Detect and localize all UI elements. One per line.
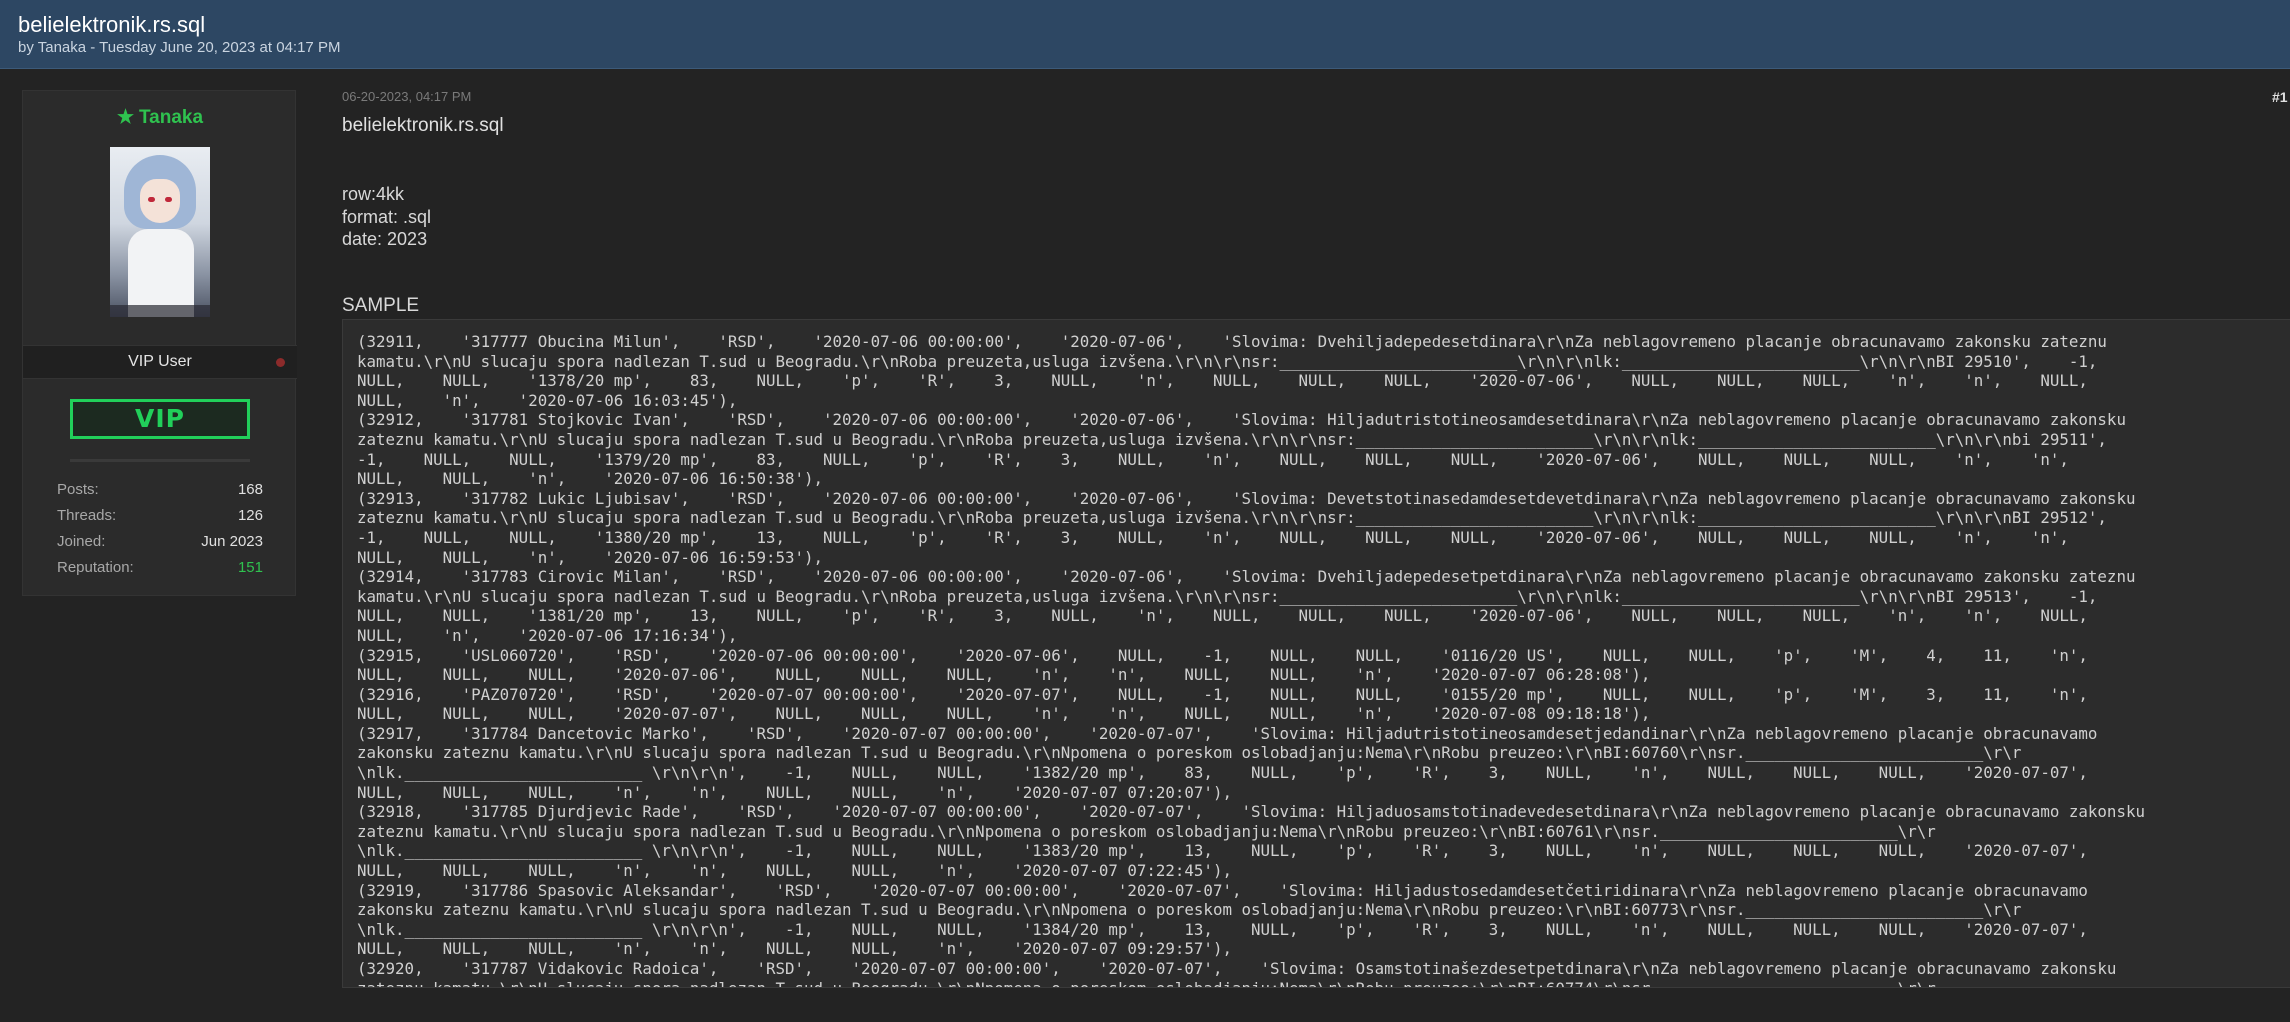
stat-label: Joined: <box>57 533 106 550</box>
stat-value: 168 <box>237 481 263 498</box>
star-icon: ★ <box>116 107 134 128</box>
thread-byline: by Tanaka - Tuesday June 20, 2023 at 04:… <box>18 39 341 56</box>
avatar[interactable] <box>110 147 210 317</box>
stat-label: Posts: <box>57 481 99 498</box>
avatar-eye <box>165 197 172 202</box>
stat-joined: Joined: Jun 2023 <box>57 533 263 559</box>
avatar-strip <box>110 305 210 317</box>
author-name[interactable]: Tanaka <box>139 107 203 128</box>
stat-value: 126 <box>237 507 263 524</box>
post-date: 06-20-2023, 04:17 PM <box>342 89 472 104</box>
status-dot-icon <box>276 358 285 367</box>
role-bar: VIP User <box>23 345 297 379</box>
stat-value: Jun 2023 <box>201 533 263 550</box>
stat-threads: Threads: 126 <box>57 507 263 533</box>
avatar-face <box>140 179 180 223</box>
post-detail-line: row:4kk <box>342 184 405 204</box>
user-role: VIP User <box>128 353 192 370</box>
post-number-link[interactable]: #1 <box>2272 89 2288 105</box>
post-detail-line: date: 2023 <box>342 229 428 249</box>
avatar-eye <box>148 197 155 202</box>
avatar-body <box>128 229 194 317</box>
stat-reputation: Reputation: 151 <box>57 559 263 585</box>
code-content: (32911, '317777 Obucina Milun', 'RSD', '… <box>357 332 2145 987</box>
stat-posts: Posts: 168 <box>57 481 263 507</box>
stat-value[interactable]: 151 <box>238 559 263 576</box>
stat-label: Reputation: <box>57 559 134 576</box>
thread-header: belielektronik.rs.sql by Tanaka - Tuesda… <box>0 0 2290 69</box>
divider <box>70 459 250 462</box>
post-title: belielektronik.rs.sql <box>342 115 504 136</box>
post-detail-line: format: .sql <box>342 206 432 227</box>
thread-title[interactable]: belielektronik.rs.sql <box>18 12 205 38</box>
author-username[interactable]: ★ Tanaka <box>23 106 297 129</box>
post-details: row:4kk format: .sql date: 2023 <box>342 183 431 251</box>
stat-label: Threads: <box>57 507 117 524</box>
author-panel: ★ Tanaka VIP User VIP Posts: 168 Threads:… <box>22 90 297 596</box>
vip-badge: VIP <box>70 399 250 439</box>
author-stats: Posts: 168 Threads: 126 Joined: Jun 2023… <box>57 481 263 585</box>
sample-label: SAMPLE <box>342 295 420 316</box>
code-block[interactable]: (32911, '317777 Obucina Milun', 'RSD', '… <box>342 319 2290 988</box>
